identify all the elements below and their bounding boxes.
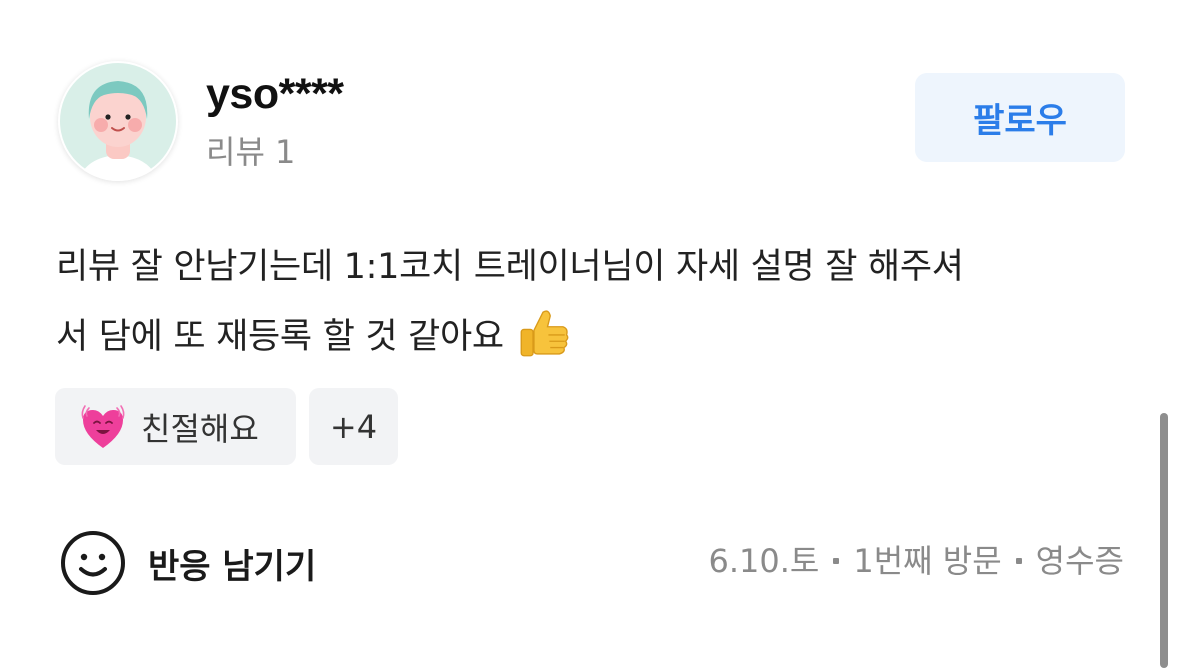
visit-count: 1번째 방문: [853, 542, 1002, 580]
smile-face-icon: [61, 531, 125, 595]
leave-reaction-button[interactable]: 반응 남기기: [60, 530, 316, 596]
meta-separator: [1015, 558, 1022, 564]
visit-date: 6.10.토: [708, 542, 820, 580]
keyword-more-chip[interactable]: +4: [309, 388, 398, 465]
leave-reaction-label: 반응 남기기: [148, 546, 317, 587]
keyword-chip-kind[interactable]: 친절해요: [55, 388, 296, 465]
verification-type[interactable]: 영수증: [1036, 536, 1124, 586]
user-avatar-icon: [60, 63, 176, 181]
review-text: 리뷰 잘 안남기는데 1:1코치 트레이너님이 자세 설명 잘 해주셔 서 담에…: [56, 232, 1126, 372]
avatar[interactable]: [58, 61, 178, 181]
scrollbar[interactable]: [1160, 413, 1168, 668]
review-text-line: 서 담에 또 재등록 할 것 같아요: [56, 317, 504, 357]
review-text-line: 리뷰 잘 안남기는데 1:1코치 트레이너님이 자세 설명 잘 해주셔: [56, 247, 964, 287]
keyword-label: 친절해요: [141, 409, 259, 448]
review-text-line-last: 서 담에 또 재등록 할 것 같아요: [56, 302, 1126, 372]
thumbs-up-icon: [520, 310, 569, 357]
meta-separator: [833, 558, 840, 564]
follow-button[interactable]: 팔로우: [915, 73, 1125, 162]
review-card: yso**** 리뷰 1 팔로우 리뷰 잘 안남기는데 1:1코치 트레이너님이…: [0, 0, 1179, 668]
review-count: 리뷰 1: [206, 133, 296, 171]
smiling-heart-icon: [81, 404, 125, 448]
review-meta: 6.10.토 1번째 방문 영수증: [709, 536, 1125, 586]
username[interactable]: yso****: [206, 66, 344, 122]
